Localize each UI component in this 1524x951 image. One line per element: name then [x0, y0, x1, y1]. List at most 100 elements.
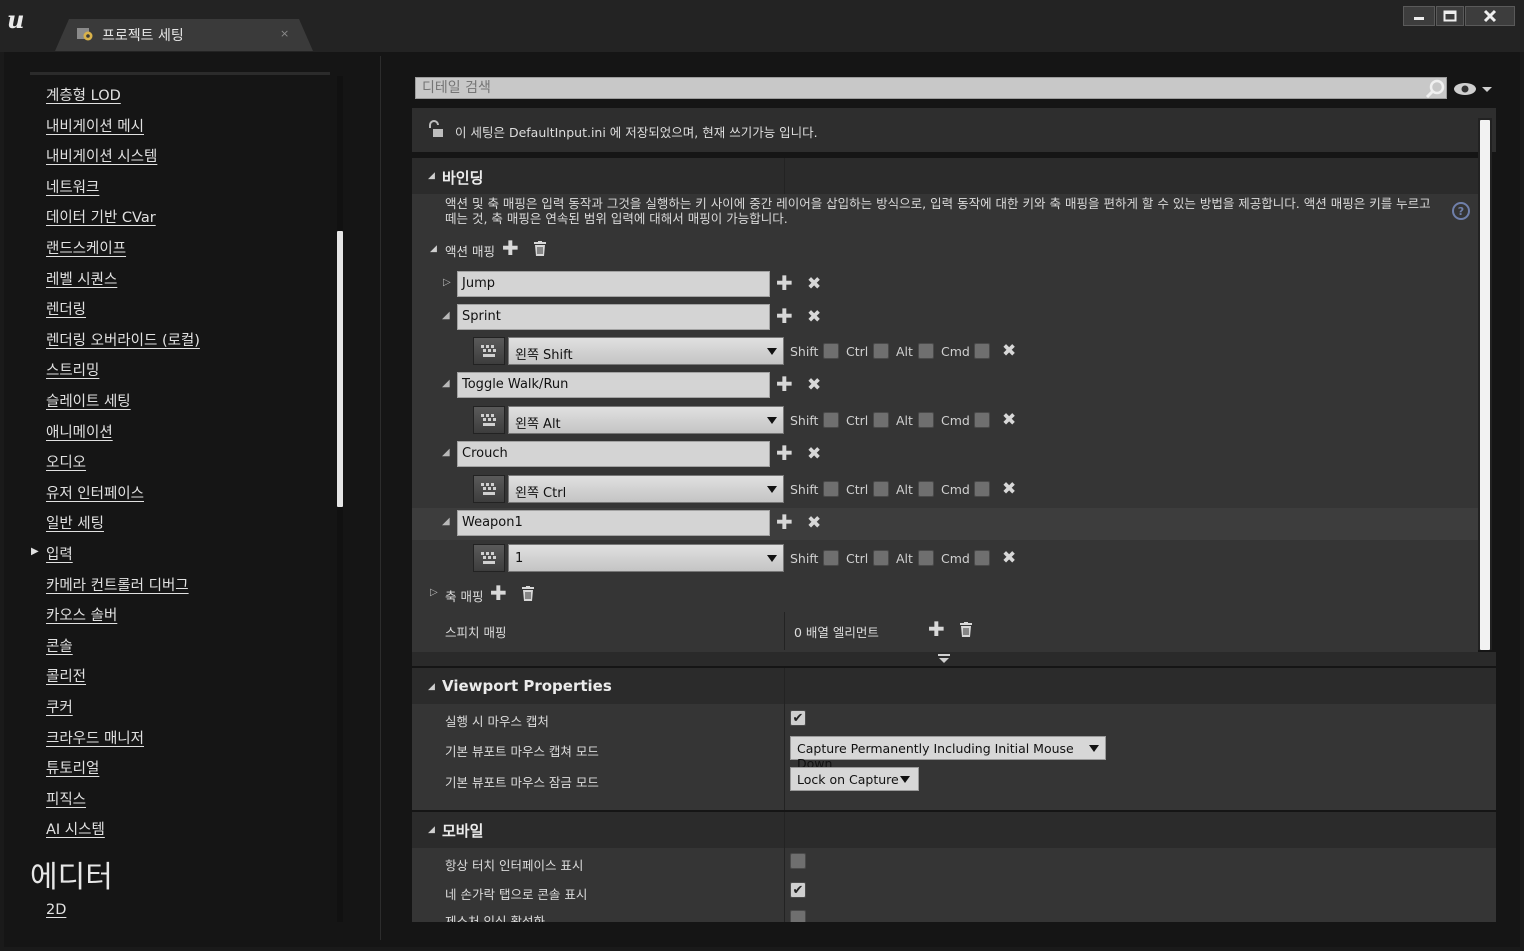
- capture-mouse-checkbox[interactable]: ✔: [790, 710, 806, 726]
- nav-item[interactable]: 콜리전: [46, 665, 86, 686]
- nav-item[interactable]: 오디오: [46, 451, 86, 472]
- add-key-icon[interactable]: ✚: [776, 443, 793, 463]
- key-selector-button[interactable]: [473, 337, 505, 365]
- add-key-icon[interactable]: ✚: [776, 374, 793, 394]
- search-icon[interactable]: [1424, 78, 1446, 100]
- nav-item[interactable]: 유저 인터페이스: [46, 482, 144, 503]
- nav-item[interactable]: 일반 세팅: [46, 512, 104, 533]
- four-finger-console-checkbox[interactable]: ✔: [790, 882, 806, 898]
- action-name-input[interactable]: Toggle Walk/Run: [457, 372, 770, 398]
- trash-icon[interactable]: [521, 586, 535, 601]
- tab-close-icon[interactable]: ×: [280, 27, 289, 40]
- maximize-icon[interactable]: [1436, 6, 1464, 26]
- collapse-arrow-icon[interactable]: ◢: [442, 516, 450, 527]
- modifier-checkbox-cmd[interactable]: [974, 550, 990, 566]
- modifier-checkbox-shift[interactable]: [823, 550, 839, 566]
- details-search[interactable]: [415, 77, 1447, 99]
- panel-splitter[interactable]: [380, 56, 381, 940]
- modifier-checkbox-shift[interactable]: [823, 481, 839, 497]
- add-key-icon[interactable]: ✚: [776, 512, 793, 532]
- modifier-checkbox-alt[interactable]: [918, 550, 934, 566]
- remove-action-icon[interactable]: ✖: [807, 515, 821, 532]
- collapse-arrow-icon[interactable]: ◢: [428, 825, 435, 835]
- expand-arrow-icon[interactable]: ▷: [443, 277, 451, 288]
- remove-action-icon[interactable]: ✖: [807, 377, 821, 394]
- minimize-icon[interactable]: [1403, 6, 1435, 26]
- unreal-logo-icon[interactable]: u: [7, 6, 35, 34]
- key-selector-button[interactable]: [473, 475, 505, 503]
- add-key-icon[interactable]: ✚: [776, 273, 793, 293]
- nav-item[interactable]: 데이터 기반 CVar: [46, 206, 156, 227]
- nav-item[interactable]: 내비게이션 시스템: [46, 145, 157, 166]
- modifier-checkbox-alt[interactable]: [918, 343, 934, 359]
- action-name-input[interactable]: Sprint: [457, 304, 770, 330]
- chevron-down-icon[interactable]: [937, 654, 951, 664]
- key-combo-box[interactable]: 왼쪽 Alt: [508, 406, 784, 434]
- nav-item[interactable]: 입력: [46, 543, 73, 564]
- add-key-icon[interactable]: ✚: [776, 306, 793, 326]
- details-scrollbar-thumb[interactable]: [1480, 120, 1490, 650]
- modifier-checkbox-shift[interactable]: [823, 343, 839, 359]
- nav-item[interactable]: 쿠커: [46, 696, 73, 717]
- add-speech-mapping-icon[interactable]: ✚: [928, 619, 945, 639]
- collapse-arrow-icon[interactable]: ◢: [430, 244, 437, 254]
- modifier-checkbox-ctrl[interactable]: [873, 343, 889, 359]
- search-input[interactable]: [422, 80, 1402, 96]
- nav-item[interactable]: 피직스: [46, 788, 86, 809]
- category-bindings-header[interactable]: [412, 158, 1478, 194]
- remove-key-icon[interactable]: ✖: [1002, 481, 1016, 498]
- nav-item[interactable]: 내비게이션 메시: [46, 115, 144, 136]
- close-icon[interactable]: [1465, 6, 1515, 26]
- collapse-arrow-icon[interactable]: ◢: [428, 171, 435, 181]
- key-selector-button[interactable]: [473, 544, 505, 572]
- touch-interface-checkbox[interactable]: [790, 853, 806, 869]
- collapse-arrow-icon[interactable]: ◢: [442, 310, 450, 321]
- key-selector-button[interactable]: [473, 406, 505, 434]
- nav-item[interactable]: 튜토리얼: [46, 757, 99, 778]
- action-name-input[interactable]: Crouch: [457, 441, 770, 467]
- nav-item[interactable]: 렌더링: [46, 298, 86, 319]
- modifier-checkbox-ctrl[interactable]: [873, 550, 889, 566]
- modifier-checkbox-ctrl[interactable]: [873, 412, 889, 428]
- nav-item-2d[interactable]: 2D: [46, 902, 66, 918]
- modifier-checkbox-alt[interactable]: [918, 481, 934, 497]
- remove-action-icon[interactable]: ✖: [807, 309, 821, 326]
- nav-item[interactable]: 레벨 시퀀스: [46, 268, 117, 289]
- add-action-mapping-icon[interactable]: ✚: [502, 238, 519, 258]
- nav-scrollbar-thumb[interactable]: [337, 231, 343, 507]
- action-name-input[interactable]: Jump: [457, 271, 770, 297]
- nav-item[interactable]: 계층형 LOD: [46, 84, 121, 105]
- nav-item[interactable]: 크라우드 매니저: [46, 727, 144, 748]
- collapse-arrow-icon[interactable]: ◢: [428, 682, 435, 692]
- remove-action-icon[interactable]: ✖: [807, 446, 821, 463]
- nav-item[interactable]: 카오스 솔버: [46, 604, 117, 625]
- collapse-arrow-icon[interactable]: ◢: [442, 378, 450, 389]
- remove-action-icon[interactable]: ✖: [807, 276, 821, 293]
- key-combo-box[interactable]: 1: [508, 544, 784, 572]
- trash-icon[interactable]: [959, 622, 973, 637]
- remove-key-icon[interactable]: ✖: [1002, 343, 1016, 360]
- key-combo-box[interactable]: 왼쪽 Shift: [508, 337, 784, 365]
- action-name-input[interactable]: Weapon1: [457, 510, 770, 536]
- advanced-expander[interactable]: [412, 652, 1496, 666]
- key-combo-box[interactable]: 왼쪽 Ctrl: [508, 475, 784, 503]
- trash-icon[interactable]: [533, 241, 547, 256]
- nav-item[interactable]: 카메라 컨트롤러 디버그: [46, 574, 189, 595]
- modifier-checkbox-ctrl[interactable]: [873, 481, 889, 497]
- modifier-checkbox-alt[interactable]: [918, 412, 934, 428]
- nav-item[interactable]: 애니메이션: [46, 421, 113, 442]
- modifier-checkbox-cmd[interactable]: [974, 412, 990, 428]
- mouse-capture-mode-dropdown[interactable]: Capture Permanently Including Initial Mo…: [790, 736, 1106, 771]
- modifier-checkbox-cmd[interactable]: [974, 481, 990, 497]
- remove-key-icon[interactable]: ✖: [1002, 550, 1016, 567]
- modifier-checkbox-shift[interactable]: [823, 412, 839, 428]
- remove-key-icon[interactable]: ✖: [1002, 412, 1016, 429]
- nav-item[interactable]: 렌더링 오버라이드 (로컬): [46, 329, 200, 350]
- view-options-eye-icon[interactable]: [1453, 81, 1493, 97]
- help-icon[interactable]: ?: [1452, 202, 1470, 220]
- modifier-checkbox-cmd[interactable]: [974, 343, 990, 359]
- nav-item[interactable]: 콘솔: [46, 635, 73, 656]
- nav-item[interactable]: 스트리밍: [46, 359, 99, 380]
- expand-arrow-icon[interactable]: ▷: [430, 587, 438, 598]
- category-mobile-header[interactable]: [412, 812, 1496, 848]
